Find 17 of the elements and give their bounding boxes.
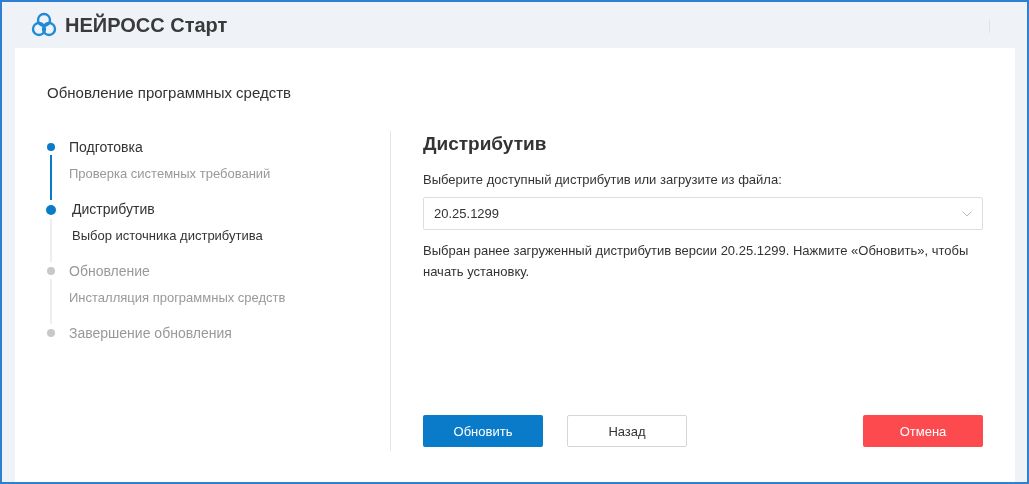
info-text: Выбран ранее загруженный дистрибутив версии 20.25.1299. Нажмите «Обновить», чтобы начать установку. <box>423 242 970 281</box>
step-title: Завершение обновления <box>69 324 233 342</box>
step-title: Подготовка <box>69 138 144 156</box>
chevron-down-icon <box>962 210 972 217</box>
logo-icon <box>31 12 57 38</box>
prompt-text: Выберите доступный дистрибутив или загрузите из файла: <box>423 172 783 187</box>
back-button[interactable]: Назад <box>567 415 687 447</box>
step-title: Дистрибутив <box>71 200 156 218</box>
app-title: НЕЙРОСС Старт <box>65 13 228 37</box>
version-select[interactable]: 20.25.1299 <box>423 197 983 230</box>
step-subtitle: Инсталляция программных средств <box>69 290 287 305</box>
step-title: Обновление <box>69 262 151 280</box>
step-subtitle: Проверка системных требований <box>69 166 272 181</box>
update-button[interactable]: Обновить <box>423 415 543 447</box>
step-subtitle: Выбор источника дистрибутива <box>71 228 264 243</box>
page-title: Обновление программных средств <box>47 84 293 101</box>
section-heading: Дистрибутив <box>423 133 548 155</box>
